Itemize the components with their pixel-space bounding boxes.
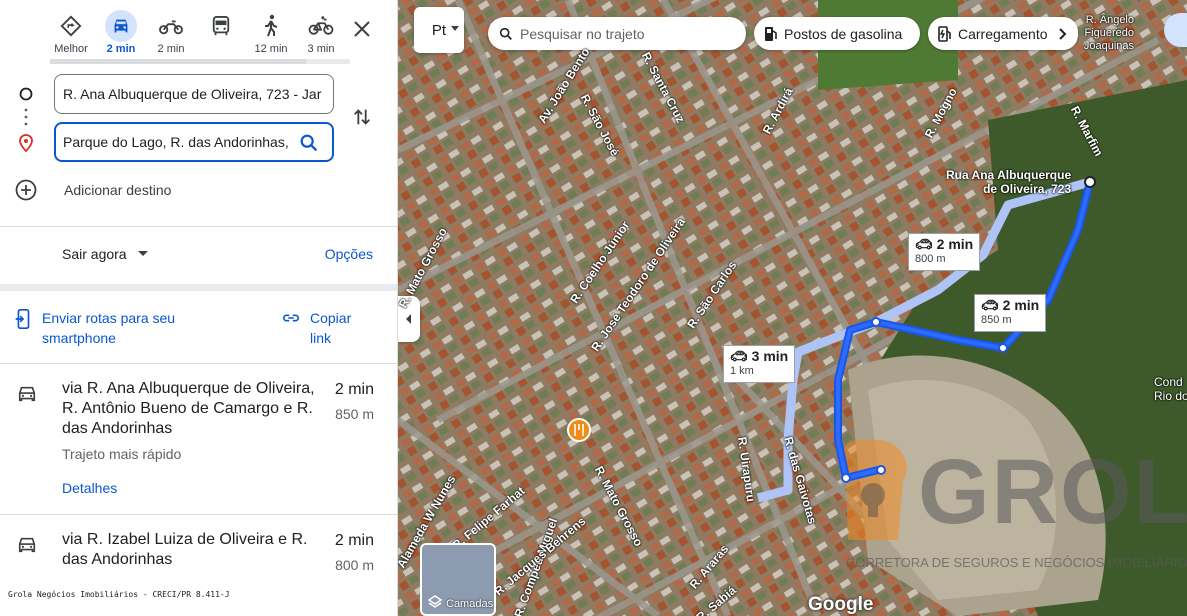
chip-gas-stations-label: Postos de gasolina [784, 25, 903, 42]
mode-motorcycle-label: 2 min [157, 43, 185, 55]
destination-value: Parque do Lago, R. das Andorinhas, [63, 134, 289, 150]
mode-best[interactable]: Melhor [46, 10, 96, 60]
route-tag-distance: 850 m [981, 314, 1012, 326]
route-2-time: 2 min [334, 532, 374, 549]
route-1-via: via R. Ana Albuquerque de Oliveira, R. A… [62, 380, 315, 437]
close-icon[interactable] [350, 17, 374, 41]
car-icon [18, 386, 36, 402]
mode-motorcycle[interactable]: 2 min [146, 10, 196, 60]
copy-link-label: Copiar link [310, 310, 352, 346]
motorcycle-icon [155, 10, 187, 42]
route-1-details-link[interactable]: Detalhes [62, 480, 117, 496]
route-1-distance: 850 m [335, 406, 374, 422]
mode-car[interactable]: 2 min [96, 10, 146, 60]
route-tag-time: 2 min [1002, 297, 1040, 313]
route-option-1[interactable]: via R. Ana Albuquerque de Oliveira, R. A… [0, 364, 397, 514]
mode-bike[interactable]: 3 min [296, 10, 346, 60]
layers-button[interactable]: Camadas [420, 543, 496, 616]
route-tag-850m[interactable]: 🚗︎ 2 min 850 m [974, 294, 1047, 332]
route-option-2[interactable]: via R. Izabel Luiza de Oliveira e R. das… [0, 515, 397, 595]
search-icon [499, 27, 512, 40]
mode-car-label: 2 min [106, 43, 136, 55]
options-button[interactable]: Opções [325, 246, 373, 262]
mode-walk-label: 12 min [254, 43, 288, 55]
bus-icon [205, 10, 237, 42]
link-icon [283, 314, 299, 322]
send-to-phone-label: Enviar rotas para seu smartphone [42, 310, 176, 346]
car-icon [18, 537, 36, 553]
watermark-caption: Grola Negócios Imobiliários - CRECI/PR 8… [8, 590, 230, 599]
mode-transit[interactable] [196, 10, 246, 60]
bike-icon [305, 10, 337, 42]
add-destination-label: Adicionar destino [64, 182, 172, 198]
search-icon[interactable] [298, 131, 320, 160]
add-circle-icon [15, 179, 37, 201]
language-label: Pt [431, 21, 447, 39]
destination-pin-icon [18, 134, 34, 157]
route-start-label: Rua Ana Albuquerque de Oliveira, 723 [946, 168, 1072, 196]
route-tag-time: 2 min [936, 236, 974, 252]
google-logo: Google [808, 594, 874, 615]
map-canvas[interactable]: Pt Pesquisar no trajeto Postos de gasoli… [398, 0, 1187, 616]
place-label: Cond Rio do [1154, 375, 1187, 403]
search-route-placeholder: Pesquisar no trajeto [520, 25, 645, 42]
car-icon: 🚗︎ [915, 236, 933, 252]
route-tag-time: 3 min [751, 348, 789, 364]
route-1-time: 2 min [334, 381, 374, 398]
origin-circle-icon [18, 86, 34, 107]
travel-mode-bar: Melhor 2 min 2 min 12 min 3 min [46, 10, 346, 60]
caret-down-icon [137, 251, 148, 256]
add-destination-button[interactable]: Adicionar destino [14, 178, 171, 202]
watermark-text: GROLA [918, 441, 1187, 543]
gas-station-icon [765, 26, 777, 41]
mode-best-label: Melhor [54, 43, 88, 55]
depart-label: Sair agora [62, 246, 127, 262]
car-icon [105, 10, 137, 42]
destination-input[interactable]: Parque do Lago, R. das Andorinhas, [54, 122, 334, 162]
car-icon: 🚗︎ [981, 297, 999, 313]
watermark-subtitle: CORRETORA DE SEGUROS E NEGÓCIOS IMOBILIÁ… [846, 555, 1187, 570]
send-to-phone-button[interactable]: Enviar rotas para seu smartphone [14, 308, 212, 348]
route-tag-distance: 800 m [915, 253, 946, 265]
route-2-distance: 800 m [335, 557, 374, 573]
depart-time-dropdown[interactable]: Sair agora [62, 246, 149, 262]
send-to-phone-icon [15, 309, 30, 329]
search-route-input[interactable]: Pesquisar no trajeto [488, 17, 746, 50]
chip-gas-stations[interactable]: Postos de gasolina [754, 17, 920, 50]
car-icon: 🚗︎ [730, 348, 748, 364]
route-1-note: Trajeto mais rápido [62, 446, 182, 462]
layers-label: Camadas [446, 598, 494, 610]
route-tag-1km[interactable]: 🚗︎ 3 min 1 km [723, 345, 796, 383]
chevron-left-icon [406, 314, 411, 324]
divider [0, 226, 397, 227]
directions-panel: Melhor 2 min 2 min 12 min 3 min R. Ana A… [0, 0, 398, 616]
walk-icon [255, 10, 287, 42]
route-2-via: via R. Izabel Luiza de Oliveira e R. das… [62, 531, 308, 568]
mode-walk[interactable]: 12 min [246, 10, 296, 60]
mode-bike-label: 3 min [307, 43, 335, 55]
grola-watermark-logo [841, 440, 907, 540]
language-select-button[interactable]: Pt [414, 7, 464, 53]
diamond-directions-icon [55, 10, 87, 42]
travel-mode-scrollbar[interactable] [50, 59, 350, 64]
swap-arrows-icon[interactable] [351, 106, 373, 133]
route-start-marker [1084, 176, 1096, 188]
route-tag-distance: 1 km [730, 365, 754, 377]
route-dots-icon [18, 106, 34, 133]
ev-charging-icon [938, 25, 951, 42]
copy-link-button[interactable]: Copiar link [282, 308, 370, 348]
origin-input[interactable]: R. Ana Albuquerque de Oliveira, 723 - Ja… [54, 74, 334, 114]
caret-down-icon [451, 26, 459, 31]
section-divider [0, 284, 397, 291]
street-label: R. Ângelo Figueredo Joaquinas [1083, 14, 1134, 52]
route-tag-800m[interactable]: 🚗︎ 2 min 800 m [908, 233, 981, 271]
layers-icon [428, 595, 442, 608]
route-end-marker [876, 465, 886, 475]
